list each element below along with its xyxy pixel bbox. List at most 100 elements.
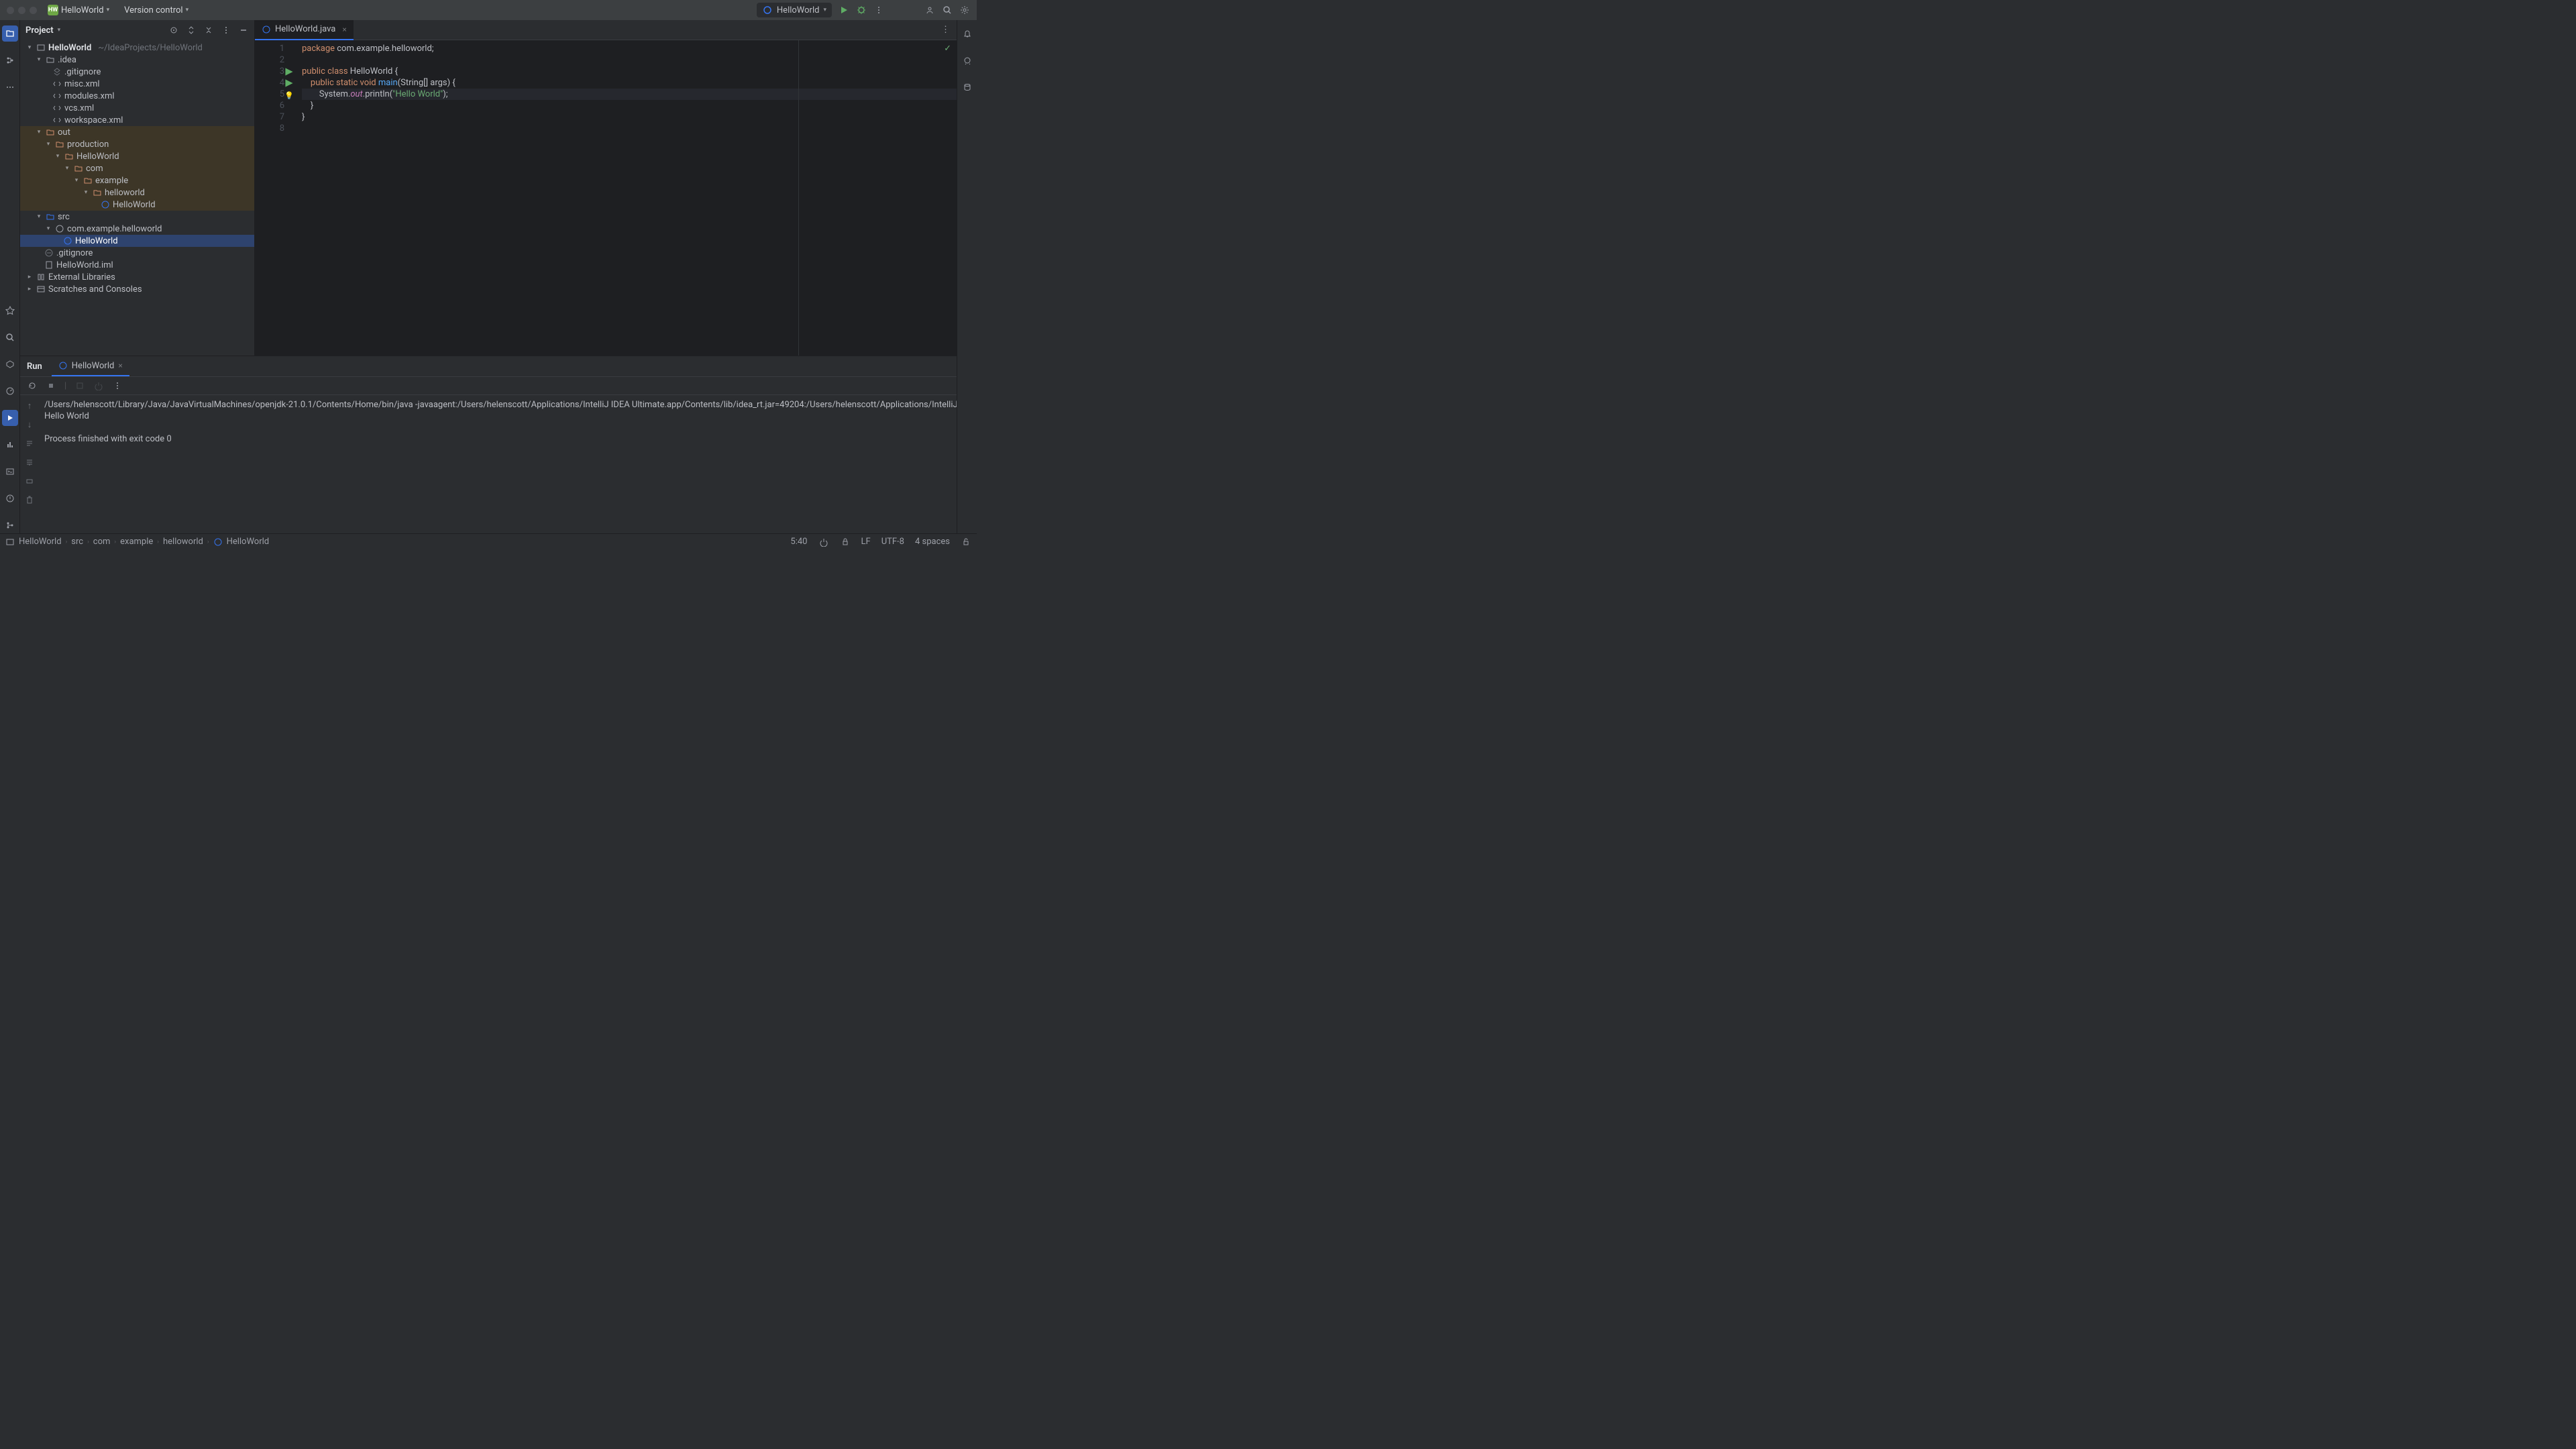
tree-item-folder[interactable]: ▾helloworld: [20, 186, 254, 199]
ai-assistant-button[interactable]: [959, 52, 975, 68]
project-badge-icon: HW: [48, 5, 58, 15]
chevron-down-icon[interactable]: ▾: [58, 27, 61, 34]
breadcrumb-item[interactable]: com: [93, 537, 111, 547]
xml-file-icon: [52, 91, 62, 101]
database-tool-button[interactable]: [959, 79, 975, 95]
tree-item-external-libs[interactable]: ▸External Libraries: [20, 271, 254, 283]
run-panel-title: Run: [27, 362, 42, 372]
power-save-icon[interactable]: [818, 537, 829, 547]
console-output[interactable]: /Users/helenscott/Library/Java/JavaVirtu…: [39, 395, 957, 533]
breadcrumb-item[interactable]: HelloWorld: [19, 537, 62, 547]
close-tab-button[interactable]: ×: [118, 361, 122, 370]
more-tool-button[interactable]: [2, 79, 18, 95]
file-encoding[interactable]: UTF-8: [881, 537, 904, 547]
terminal-tool-button[interactable]: [2, 464, 18, 480]
breadcrumb-item[interactable]: helloworld: [163, 537, 203, 547]
tree-item-folder[interactable]: ▾out: [20, 126, 254, 138]
more-actions-button[interactable]: [873, 5, 884, 15]
close-tab-button[interactable]: ×: [342, 25, 346, 34]
tree-item-folder[interactable]: ▾example: [20, 174, 254, 186]
run-config-selector[interactable]: HelloWorld ▾: [757, 3, 832, 17]
line-number: 3: [255, 66, 284, 77]
class-icon: [262, 25, 271, 34]
stop-button[interactable]: [46, 380, 56, 391]
run-more-button[interactable]: [112, 380, 123, 391]
caret-position[interactable]: 5:40: [790, 537, 807, 547]
tree-item-folder[interactable]: ▾src: [20, 211, 254, 223]
folder-icon: [93, 188, 102, 197]
lock-icon[interactable]: [961, 537, 971, 547]
folder-icon: [55, 140, 64, 149]
iml-file-icon: [44, 260, 54, 270]
ai-tool-button[interactable]: [2, 303, 18, 319]
tree-item-scratches[interactable]: ▸Scratches and Consoles: [20, 283, 254, 295]
scroll-to-end-button[interactable]: [24, 457, 35, 468]
tree-item-root[interactable]: ▾HelloWorld~/IdeaProjects/HelloWorld: [20, 42, 254, 54]
soft-wrap-button[interactable]: [24, 438, 35, 449]
tree-item-class[interactable]: HelloWorld: [20, 235, 254, 247]
problems-tool-button[interactable]: [2, 490, 18, 506]
expand-all-button[interactable]: [186, 25, 197, 36]
hide-panel-button[interactable]: [238, 25, 249, 36]
editor-tab[interactable]: HelloWorld.java ×: [255, 20, 354, 40]
find-tool-button[interactable]: [2, 329, 18, 345]
notifications-tool-button[interactable]: [959, 25, 975, 42]
tree-item-file[interactable]: .gitignore: [20, 66, 254, 78]
project-dropdown[interactable]: HW HelloWorld ▾: [44, 2, 113, 18]
down-button[interactable]: ↓: [24, 419, 35, 430]
code-with-me-button[interactable]: [924, 5, 935, 15]
code-body[interactable]: ✓ package com.example.helloworld; public…: [288, 40, 957, 356]
module-icon: [5, 537, 15, 547]
rerun-button[interactable]: [27, 380, 38, 391]
up-button[interactable]: ↑: [24, 400, 35, 411]
dump-threads-button[interactable]: [74, 380, 85, 391]
debug-button[interactable]: [856, 5, 867, 15]
panel-options-button[interactable]: [221, 25, 231, 36]
breadcrumb-item[interactable]: src: [71, 537, 83, 547]
select-opened-file-button[interactable]: [168, 25, 179, 36]
tree-item-class[interactable]: HelloWorld: [20, 199, 254, 211]
inspection-ok-icon[interactable]: ✓: [944, 43, 951, 54]
run-tool-button[interactable]: [2, 410, 18, 426]
print-button[interactable]: [24, 476, 35, 486]
tree-item-file[interactable]: modules.xml: [20, 90, 254, 102]
tree-item-folder[interactable]: ▾com: [20, 162, 254, 174]
breadcrumb-item[interactable]: example: [120, 537, 153, 547]
line-number: 6: [255, 100, 284, 111]
clear-button[interactable]: [24, 494, 35, 505]
status-bar: HelloWorld› src› com› example› helloworl…: [0, 533, 977, 549]
tree-item-folder[interactable]: ▾.idea: [20, 54, 254, 66]
tabs-more-button[interactable]: ⋮: [934, 25, 957, 35]
code-editor[interactable]: 1 2 3 4 5💡 6 7 8 ✓ package com.example.h…: [255, 40, 957, 356]
profiler-tool-button[interactable]: [2, 383, 18, 399]
structure-tool-button[interactable]: [2, 52, 18, 68]
tree-item-folder[interactable]: ▾HelloWorld: [20, 150, 254, 162]
tree-item-file[interactable]: misc.xml: [20, 78, 254, 90]
settings-button[interactable]: [959, 5, 970, 15]
folder-icon: [46, 127, 55, 137]
tree-item-file[interactable]: workspace.xml: [20, 114, 254, 126]
breadcrumb-item[interactable]: HelloWorld: [227, 537, 270, 547]
tree-item-package[interactable]: ▾com.example.helloworld: [20, 223, 254, 235]
tree-item-file[interactable]: vcs.xml: [20, 102, 254, 114]
vcs-tool-button[interactable]: [2, 517, 18, 533]
build-tool-button[interactable]: [2, 437, 18, 453]
indent-status[interactable]: 4 spaces: [915, 537, 950, 547]
services-tool-button[interactable]: [2, 356, 18, 372]
vcs-dropdown[interactable]: Version control ▾: [120, 3, 193, 18]
collapse-all-button[interactable]: [203, 25, 214, 36]
window-controls[interactable]: [7, 7, 37, 14]
run-button[interactable]: [839, 5, 849, 15]
breadcrumbs[interactable]: HelloWorld› src› com› example› helloworl…: [5, 537, 269, 547]
project-tool-button[interactable]: [2, 25, 18, 42]
run-tab[interactable]: HelloWorld ×: [52, 356, 129, 376]
class-icon: [762, 5, 773, 15]
tree-item-file[interactable]: .gitignore: [20, 247, 254, 259]
tree-item-file[interactable]: HelloWorld.iml: [20, 259, 254, 271]
tree-item-folder[interactable]: ▾production: [20, 138, 254, 150]
exit-button[interactable]: [93, 380, 104, 391]
search-button[interactable]: [942, 5, 953, 15]
xml-file-icon: [52, 115, 62, 125]
readonly-toggle[interactable]: [840, 537, 851, 547]
line-separator[interactable]: LF: [861, 537, 871, 547]
